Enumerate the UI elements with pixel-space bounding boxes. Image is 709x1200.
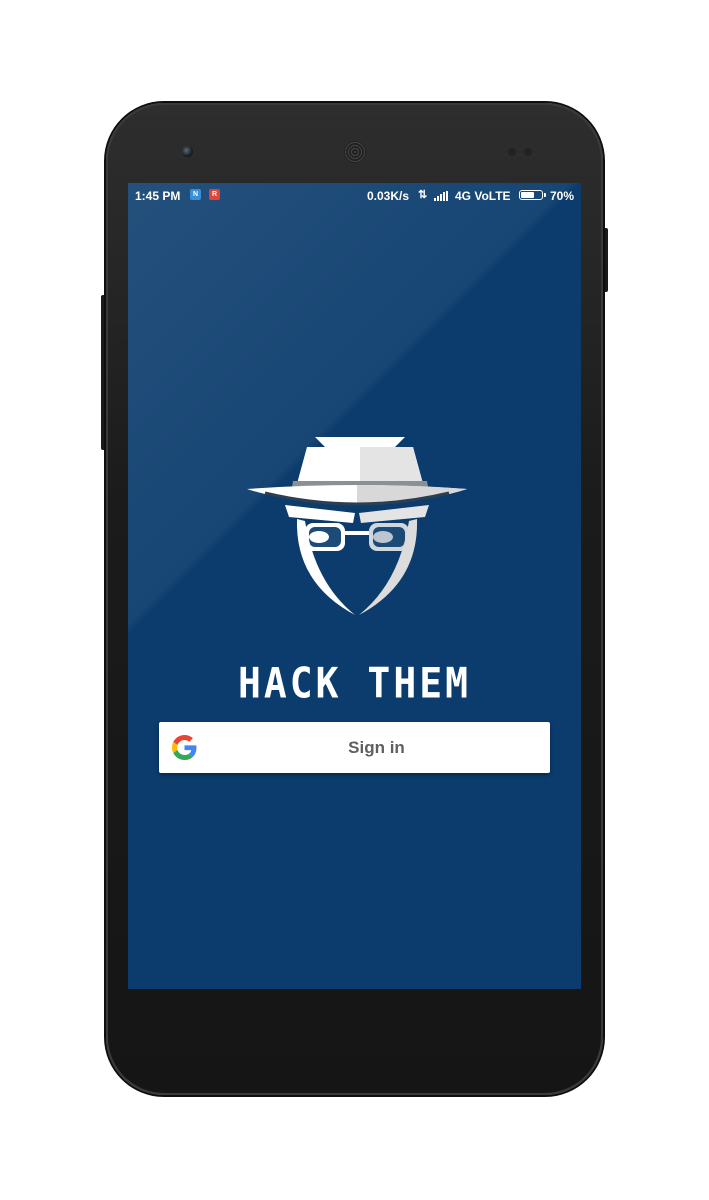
app-title: HACK THEM bbox=[238, 658, 471, 708]
notification-icon: R bbox=[209, 189, 220, 200]
battery-level bbox=[521, 192, 535, 198]
signal-strength-icon bbox=[434, 191, 450, 201]
google-sign-in-button[interactable]: Sign in bbox=[159, 722, 550, 773]
front-camera bbox=[182, 146, 193, 157]
app-screen: 1:45 PM N R 0.03K/s ⇅ 4G VoLTE 70% HACK … bbox=[128, 183, 581, 989]
data-activity-icon: ⇅ bbox=[418, 189, 428, 201]
notification-icon: N bbox=[190, 189, 201, 200]
earpiece-speaker bbox=[344, 141, 366, 163]
light-sensor bbox=[524, 148, 532, 156]
proximity-sensor bbox=[508, 148, 516, 156]
network-speed: 0.03K/s bbox=[367, 189, 410, 203]
status-bar: 1:45 PM N R 0.03K/s ⇅ 4G VoLTE 70% bbox=[128, 183, 581, 207]
status-time: 1:45 PM bbox=[135, 189, 181, 203]
battery-icon bbox=[519, 190, 546, 200]
battery-percent: 70% bbox=[550, 189, 575, 203]
spy-hat-icon bbox=[247, 437, 467, 615]
sign-in-label: Sign in bbox=[348, 738, 405, 757]
network-type: 4G VoLTE bbox=[455, 189, 511, 203]
